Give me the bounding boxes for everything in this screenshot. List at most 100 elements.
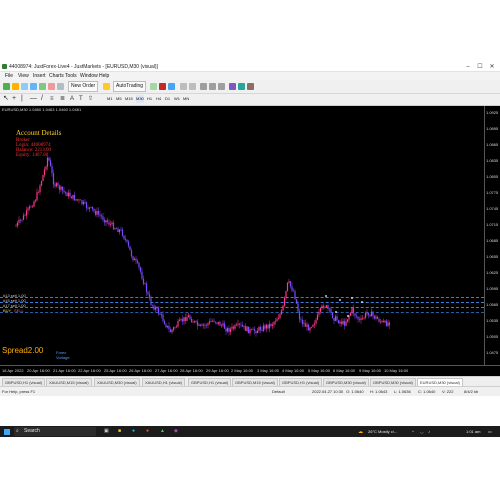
tf-h4[interactable]: H4 bbox=[156, 95, 161, 103]
close-button[interactable]: ✕ bbox=[486, 63, 498, 71]
file-explorer-icon[interactable]: ■ bbox=[118, 428, 121, 434]
windows-start-icon[interactable] bbox=[4, 429, 10, 435]
candle-body bbox=[210, 321, 212, 322]
weather-text[interactable]: 26°C Mostly cl... bbox=[368, 429, 397, 434]
candle-body bbox=[72, 194, 74, 199]
fibonacci-icon[interactable]: ≣ bbox=[60, 95, 65, 103]
taskbar-search[interactable]: ⌕ Search bbox=[14, 427, 96, 436]
candle-body bbox=[340, 321, 343, 325]
candle-body bbox=[237, 323, 239, 325]
tester-icon[interactable] bbox=[57, 83, 64, 90]
candle-body bbox=[300, 319, 302, 321]
horizontal-line-icon[interactable]: — bbox=[30, 95, 37, 103]
periods-icon[interactable] bbox=[238, 83, 245, 90]
chart-shift-icon[interactable] bbox=[218, 83, 225, 90]
candle-body bbox=[366, 313, 368, 314]
mt4-taskbar-icon[interactable]: ▲ bbox=[160, 428, 165, 434]
navigator-icon[interactable] bbox=[39, 83, 46, 90]
candle-body bbox=[129, 246, 131, 251]
candle-body bbox=[16, 222, 19, 226]
candle-body bbox=[226, 328, 229, 332]
network-icon[interactable]: ◡ bbox=[420, 429, 424, 434]
candle-body bbox=[94, 210, 97, 215]
metaeditor-icon[interactable] bbox=[103, 83, 110, 90]
menu-tools[interactable]: Tools bbox=[65, 73, 77, 79]
candle-body bbox=[289, 281, 292, 287]
status-profile[interactable]: Default bbox=[272, 388, 285, 395]
autotrading-button[interactable]: AutoTrading bbox=[113, 81, 147, 92]
price-label: 1.0745 bbox=[486, 206, 499, 211]
vertical-line-icon[interactable]: | bbox=[21, 95, 23, 103]
market-watch-icon[interactable] bbox=[21, 83, 28, 90]
tf-m1[interactable]: M1 bbox=[107, 95, 113, 103]
tf-d1[interactable]: D1 bbox=[165, 95, 170, 103]
menu-file[interactable]: File bbox=[5, 73, 13, 79]
crosshair-icon[interactable]: + bbox=[12, 95, 16, 103]
time-label: 21 Apr 16:00 bbox=[53, 368, 76, 373]
candle-body bbox=[225, 328, 227, 332]
candle-body bbox=[376, 316, 379, 320]
candlestick-icon[interactable] bbox=[159, 83, 166, 90]
minimize-button[interactable]: – bbox=[462, 63, 474, 71]
menu-charts[interactable]: Charts bbox=[49, 73, 64, 79]
tf-m5[interactable]: M5 bbox=[116, 95, 122, 103]
tf-m15[interactable]: M15 bbox=[125, 95, 133, 103]
candle-body bbox=[184, 317, 187, 321]
new-chart-icon[interactable] bbox=[3, 83, 10, 90]
menu-view[interactable]: View bbox=[18, 73, 29, 79]
label-icon[interactable]: T bbox=[79, 95, 83, 103]
new-order-button[interactable]: New Order bbox=[68, 81, 99, 92]
line-chart-icon[interactable] bbox=[168, 83, 175, 90]
app-taskbar-icon[interactable]: ◆ bbox=[174, 428, 178, 434]
menu-window[interactable]: Window bbox=[80, 73, 98, 79]
menu-insert[interactable]: Insert bbox=[33, 73, 46, 79]
candle-body bbox=[177, 321, 179, 327]
candle-body bbox=[271, 324, 274, 326]
candle-body bbox=[55, 183, 58, 187]
chrome-icon[interactable]: ● bbox=[146, 428, 149, 434]
terminal-icon[interactable] bbox=[48, 83, 55, 90]
maximize-button[interactable]: ☐ bbox=[474, 63, 486, 71]
data-window-icon[interactable] bbox=[30, 83, 37, 90]
price-scale[interactable]: 1.0925 1.0895 1.0865 1.0835 1.0805 1.077… bbox=[484, 106, 500, 365]
zoom-in-icon[interactable] bbox=[180, 83, 187, 90]
tray-arrow-icon[interactable]: ^ bbox=[412, 429, 414, 434]
edge-icon[interactable]: ● bbox=[132, 428, 135, 434]
candle-body bbox=[267, 324, 269, 329]
auto-scroll-icon[interactable] bbox=[209, 83, 216, 90]
candle-body bbox=[169, 329, 172, 333]
tf-h1[interactable]: H1 bbox=[147, 95, 152, 103]
notifications-icon[interactable]: ▭ bbox=[488, 429, 492, 434]
tile-windows-icon[interactable] bbox=[200, 83, 207, 90]
channel-icon[interactable]: ≡ bbox=[50, 95, 54, 103]
trendline-icon[interactable]: / bbox=[41, 95, 43, 103]
candle-body bbox=[75, 199, 77, 201]
tf-w1[interactable]: W1 bbox=[174, 95, 180, 103]
zoom-out-icon[interactable] bbox=[189, 83, 196, 90]
indicators-icon[interactable] bbox=[229, 83, 236, 90]
bar-chart-icon[interactable] bbox=[150, 83, 157, 90]
clock[interactable]: 1:01 am bbox=[466, 429, 480, 434]
templates-icon[interactable] bbox=[247, 83, 254, 90]
candle-body bbox=[286, 282, 289, 292]
volume-icon[interactable]: ♪ bbox=[428, 429, 430, 434]
price-chart[interactable]: EURUSD,M30 1.0460 1.0463 1.0460 1.0461 A… bbox=[0, 106, 484, 365]
candle-body bbox=[25, 210, 28, 216]
candle-body bbox=[346, 319, 349, 322]
menu-help[interactable]: Help bbox=[99, 73, 109, 79]
candle-body bbox=[280, 310, 283, 315]
candle-body bbox=[82, 201, 85, 205]
task-view-icon[interactable]: ▣ bbox=[104, 428, 109, 434]
tf-mn[interactable]: MN bbox=[183, 95, 189, 103]
candle-body bbox=[249, 329, 251, 334]
text-icon[interactable]: A bbox=[70, 95, 74, 103]
candle-body bbox=[205, 324, 208, 326]
candle-body bbox=[189, 315, 191, 319]
cursor-icon[interactable]: ↖ bbox=[3, 95, 9, 103]
candle-body bbox=[307, 324, 310, 331]
candle-body bbox=[39, 185, 41, 193]
arrows-icon[interactable]: ⇧ bbox=[88, 95, 93, 103]
time-label: 9 May 16:00 bbox=[359, 368, 382, 373]
tf-m30[interactable]: M30 bbox=[136, 95, 144, 103]
profiles-icon[interactable] bbox=[12, 83, 19, 90]
